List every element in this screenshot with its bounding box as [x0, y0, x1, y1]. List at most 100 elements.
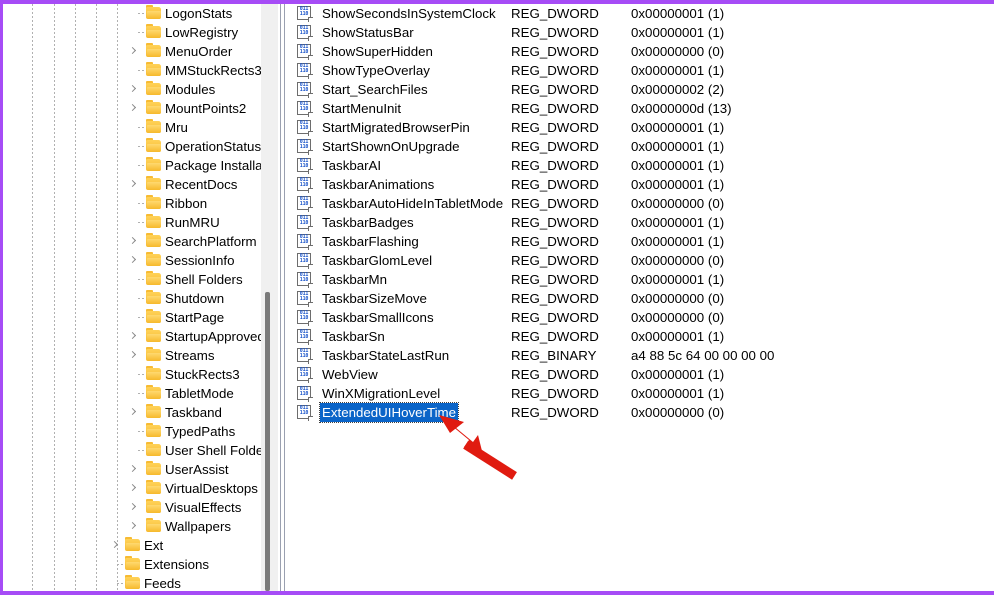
tree-item-mountpoints2[interactable]: MountPoints2: [3, 99, 261, 118]
tree-item-package-installation[interactable]: Package Installation: [3, 156, 261, 175]
tree-item-operationstatusman[interactable]: OperationStatusMan: [3, 137, 261, 156]
chevron-right-icon[interactable]: [129, 483, 138, 494]
value-row[interactable]: 011 110 TaskbarBadges REG_DWORD 0x00000001 (…: [294, 213, 994, 232]
chevron-right-icon[interactable]: [129, 103, 138, 114]
tree-item-shutdown[interactable]: Shutdown: [3, 289, 261, 308]
value-row[interactable]: 011 110 ShowTypeOverlay REG_DWORD 0x00000001…: [294, 61, 994, 80]
tree-item-virtualdesktops[interactable]: VirtualDesktops: [3, 479, 261, 498]
value-row[interactable]: 011 110 TaskbarMn REG_DWORD 0x00000001 (1): [294, 270, 994, 289]
tree-item-startupapproved[interactable]: StartupApproved: [3, 327, 261, 346]
folder-icon: [146, 176, 161, 190]
tree-item-sessioninfo[interactable]: SessionInfo: [3, 251, 261, 270]
value-row[interactable]: 011 110 TaskbarAI REG_DWORD 0x00000001 (1): [294, 156, 994, 175]
value-row[interactable]: 011 110 TaskbarGlomLevel REG_DWORD 0x0000000…: [294, 251, 994, 270]
value-name: StartMigratedBrowserPin: [322, 120, 470, 135]
chevron-right-icon[interactable]: [111, 540, 120, 551]
tree-item-user-shell-folders[interactable]: User Shell Folders: [3, 441, 261, 460]
value-data: 0x00000000 (0): [631, 291, 725, 306]
value-data: 0x00000001 (1): [631, 6, 725, 21]
tree-item-tabletmode[interactable]: TabletMode: [3, 384, 261, 403]
value-type: REG_DWORD: [511, 139, 599, 154]
tree-item-lowregistry[interactable]: LowRegistry: [3, 23, 261, 42]
tree-item-recentdocs[interactable]: RecentDocs: [3, 175, 261, 194]
value-row[interactable]: 011 110 WebView REG_DWORD 0x00000001 (1): [294, 365, 994, 384]
registry-key-tree[interactable]: LogonStats LowRegistry MenuOrder MMStuckRec…: [3, 4, 261, 591]
tree-guide-stub: [138, 298, 146, 299]
pane-splitter[interactable]: [280, 4, 281, 591]
value-row[interactable]: 011 110 TaskbarFlashing REG_DWORD 0x00000001…: [294, 232, 994, 251]
tree-item-ext[interactable]: Ext: [3, 536, 261, 555]
value-row[interactable]: 011 110 ShowSecondsInSystemClock REG_DWORD 0…: [294, 4, 994, 23]
value-type: REG_DWORD: [511, 82, 599, 97]
value-row[interactable]: 011 110 ShowStatusBar REG_DWORD 0x00000001 (…: [294, 23, 994, 42]
value-row-selected[interactable]: 011 110 ExtendedUIHoverTime REG_DWORD 0x0000…: [294, 402, 994, 423]
tree-item-stuckrects3[interactable]: StuckRects3: [3, 365, 261, 384]
value-row[interactable]: 011 110 TaskbarSizeMove REG_DWORD 0x00000000…: [294, 289, 994, 308]
tree-item-label: RunMRU: [165, 215, 220, 230]
registry-value-list[interactable]: 011 110 ShowSecondsInSystemClock REG_DWORD 0…: [294, 4, 994, 591]
chevron-right-icon[interactable]: [129, 255, 138, 266]
value-row[interactable]: 011 110 TaskbarSn REG_DWORD 0x00000001 (1): [294, 327, 994, 346]
registry-value-icon: 011 110: [297, 196, 313, 212]
chevron-right-icon[interactable]: [129, 84, 138, 95]
tree-item-extensions[interactable]: Extensions: [3, 555, 261, 574]
value-row[interactable]: 011 110 ShowSuperHidden REG_DWORD 0x00000000…: [294, 42, 994, 61]
registry-value-icon: 011 110: [297, 405, 313, 421]
tree-item-searchplatform[interactable]: SearchPlatform: [3, 232, 261, 251]
value-type: REG_DWORD: [511, 253, 599, 268]
chevron-right-icon[interactable]: [129, 464, 138, 475]
folder-icon: [146, 214, 161, 228]
chevron-right-icon[interactable]: [129, 179, 138, 190]
tree-scrollbar-thumb[interactable]: [265, 292, 270, 591]
chevron-right-icon[interactable]: [129, 502, 138, 513]
tree-item-runmru[interactable]: RunMRU: [3, 213, 261, 232]
tree-scrollbar[interactable]: [261, 4, 278, 591]
value-row[interactable]: 011 110 TaskbarSmallIcons REG_DWORD 0x000000…: [294, 308, 994, 327]
tree-item-feeds[interactable]: Feeds: [3, 574, 261, 591]
value-row[interactable]: 011 110 WinXMigrationLevel REG_DWORD 0x00000…: [294, 384, 994, 403]
tree-item-userassist[interactable]: UserAssist: [3, 460, 261, 479]
chevron-right-icon[interactable]: [129, 407, 138, 418]
tree-item-label: MenuOrder: [165, 44, 233, 59]
value-data: 0x00000001 (1): [631, 329, 725, 344]
tree-item-mmstuckrects3[interactable]: MMStuckRects3: [3, 61, 261, 80]
registry-value-icon: 011 110: [297, 329, 313, 345]
value-data: 0x00000001 (1): [631, 25, 725, 40]
chevron-right-icon[interactable]: [129, 46, 138, 57]
chevron-right-icon[interactable]: [129, 236, 138, 247]
value-type: REG_DWORD: [511, 44, 599, 59]
tree-item-mru[interactable]: Mru: [3, 118, 261, 137]
chevron-right-icon[interactable]: [129, 331, 138, 342]
value-row[interactable]: 011 110 TaskbarAutoHideInTabletMode REG_DWO…: [294, 194, 994, 213]
value-row[interactable]: 011 110 TaskbarAnimations REG_DWORD 0x000000…: [294, 175, 994, 194]
value-name: WebView: [322, 367, 378, 382]
value-row[interactable]: 011 110 TaskbarStateLastRun REG_BINARY a4 88…: [294, 346, 994, 365]
tree-item-taskband[interactable]: Taskband: [3, 403, 261, 422]
tree-item-typedpaths[interactable]: TypedPaths: [3, 422, 261, 441]
registry-value-icon: 011 110: [297, 215, 313, 231]
tree-guide-stub: [138, 13, 146, 14]
tree-item-menuorder[interactable]: MenuOrder: [3, 42, 261, 61]
tree-item-streams[interactable]: Streams: [3, 346, 261, 365]
tree-item-visualeffects[interactable]: VisualEffects: [3, 498, 261, 517]
value-type: REG_DWORD: [511, 386, 599, 401]
tree-item-shell-folders[interactable]: Shell Folders: [3, 270, 261, 289]
value-row[interactable]: 011 110 StartShownOnUpgrade REG_DWORD 0x0000…: [294, 137, 994, 156]
value-row[interactable]: 011 110 StartMenuInit REG_DWORD 0x0000000d (…: [294, 99, 994, 118]
tree-item-label: Taskband: [165, 405, 222, 420]
tree-item-modules[interactable]: Modules: [3, 80, 261, 99]
folder-icon: [146, 100, 161, 114]
registry-value-icon: 011 110: [297, 44, 313, 60]
value-data: 0x00000000 (0): [631, 310, 725, 325]
value-type: REG_DWORD: [511, 329, 599, 344]
tree-item-ribbon[interactable]: Ribbon: [3, 194, 261, 213]
tree-item-wallpapers[interactable]: Wallpapers: [3, 517, 261, 536]
value-row[interactable]: 011 110 StartMigratedBrowserPin REG_DWORD 0x…: [294, 118, 994, 137]
chevron-right-icon[interactable]: [129, 521, 138, 532]
tree-item-label: Shell Folders: [165, 272, 243, 287]
tree-item-startpage[interactable]: StartPage: [3, 308, 261, 327]
registry-value-icon: 011 110: [297, 177, 313, 193]
chevron-right-icon[interactable]: [129, 350, 138, 361]
value-row[interactable]: 011 110 Start_SearchFiles REG_DWORD 0x000000…: [294, 80, 994, 99]
tree-item-logonstats[interactable]: LogonStats: [3, 4, 261, 23]
